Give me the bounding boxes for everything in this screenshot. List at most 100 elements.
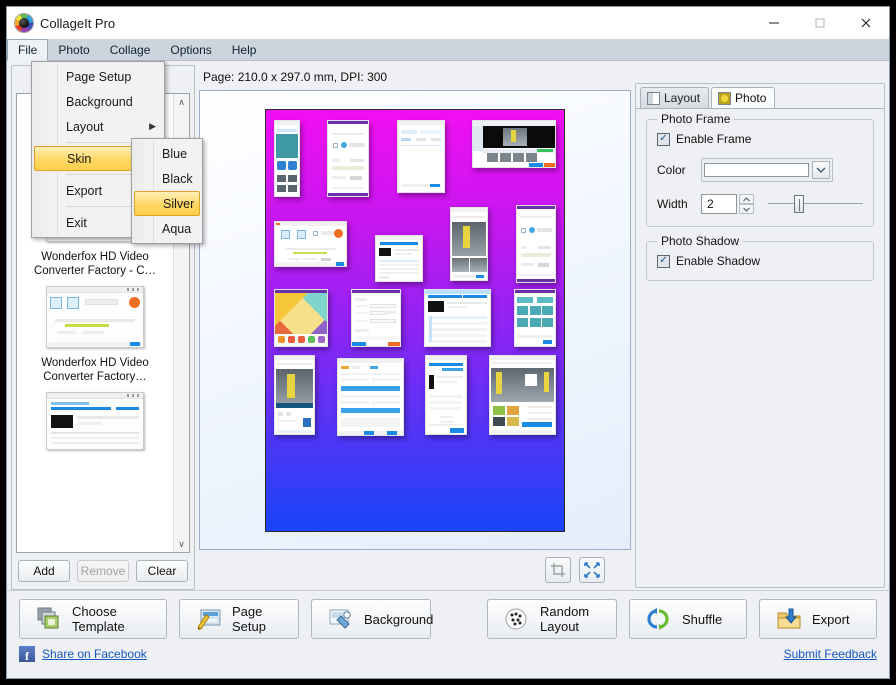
color-picker[interactable] xyxy=(701,158,833,182)
menu-file[interactable]: File xyxy=(7,39,48,61)
menu-collage[interactable]: Collage xyxy=(100,39,161,60)
tab-layout-label: Layout xyxy=(664,91,700,105)
photo-list-buttons: Add Remove Clear xyxy=(16,553,190,585)
background-button[interactable]: Background xyxy=(311,599,431,639)
width-stepper-up[interactable] xyxy=(739,194,754,204)
width-stepper-down[interactable] xyxy=(739,204,754,214)
collage-cell[interactable] xyxy=(327,120,369,197)
enable-frame-row[interactable]: ✓ Enable Frame xyxy=(657,132,863,146)
dice-icon xyxy=(504,607,530,631)
list-item[interactable] xyxy=(17,386,173,460)
skin-submenu[interactable]: Blue Black Silver Aqua xyxy=(131,138,203,244)
list-item-title: Wonderfox HD Video Converter Factory - C… xyxy=(21,250,169,278)
menu-help[interactable]: Help xyxy=(222,39,267,60)
menu-item-label: Export xyxy=(66,184,102,198)
photo-tab-content: Photo Frame ✓ Enable Frame Color xyxy=(636,108,884,587)
slider-knob[interactable] xyxy=(794,195,804,213)
collage-cell[interactable] xyxy=(274,120,300,197)
menu-item-skin-silver[interactable]: Silver xyxy=(134,191,200,216)
color-swatch[interactable] xyxy=(704,163,809,177)
enable-shadow-checkbox[interactable]: ✓ xyxy=(657,255,670,268)
close-button[interactable] xyxy=(843,7,889,39)
add-button[interactable]: Add xyxy=(18,560,70,582)
random-layout-button[interactable]: Random Layout xyxy=(487,599,617,639)
menu-item-background[interactable]: Background xyxy=(32,89,164,114)
submit-feedback-link[interactable]: Submit Feedback xyxy=(784,647,877,661)
fit-to-screen-tool[interactable] xyxy=(579,557,605,583)
template-icon xyxy=(36,607,62,631)
background-icon xyxy=(328,607,354,631)
width-stepper[interactable] xyxy=(739,194,754,214)
page-setup-button[interactable]: Page Setup xyxy=(179,599,299,639)
tab-layout[interactable]: Layout xyxy=(640,87,709,108)
collage-cell[interactable] xyxy=(337,358,404,436)
minimize-button[interactable] xyxy=(751,7,797,39)
menu-item-label: Silver xyxy=(163,197,194,211)
collage-cell[interactable] xyxy=(516,205,556,283)
enable-shadow-row[interactable]: ✓ Enable Shadow xyxy=(657,254,863,268)
menu-item-page-setup[interactable]: Page Setup xyxy=(32,64,164,89)
collage-cell[interactable] xyxy=(274,355,315,435)
maximize-button[interactable] xyxy=(797,7,843,39)
share-on-facebook-link[interactable]: Share on Facebook xyxy=(42,647,147,661)
collage-cell[interactable] xyxy=(450,207,488,281)
export-icon xyxy=(776,607,802,631)
choose-template-label: Choose Template xyxy=(72,604,150,634)
menu-item-skin-aqua[interactable]: Aqua xyxy=(132,216,202,241)
chevron-down-icon[interactable] xyxy=(812,161,830,179)
width-label: Width xyxy=(657,197,701,211)
choose-template-button[interactable]: Choose Template xyxy=(19,599,167,639)
tab-photo-label: Photo xyxy=(735,91,766,105)
menu-item-skin-black[interactable]: Black xyxy=(132,166,202,191)
color-label: Color xyxy=(657,163,701,177)
tab-photo[interactable]: Photo xyxy=(711,87,775,108)
width-slider[interactable] xyxy=(768,195,863,213)
bottom-button-row: Choose Template Page Setup xyxy=(19,599,877,639)
menu-item-label: Background xyxy=(66,95,133,109)
page-setup-label: Page Setup xyxy=(232,604,282,634)
collage-canvas[interactable] xyxy=(199,90,631,550)
properties-panel: Layout Photo Photo Frame ✓ Enable Frame … xyxy=(635,83,885,588)
photo-shadow-group-title: Photo Shadow xyxy=(657,234,743,248)
scroll-up-icon[interactable]: ∧ xyxy=(174,94,189,110)
window-controls xyxy=(751,7,889,39)
clear-button[interactable]: Clear xyxy=(136,560,188,582)
menu-item-label: Skin xyxy=(67,152,91,166)
collage-cell[interactable] xyxy=(472,120,556,168)
enable-frame-checkbox[interactable]: ✓ xyxy=(657,133,670,146)
collage-preview[interactable] xyxy=(265,109,565,532)
collage-cell[interactable] xyxy=(351,289,401,347)
photo-thumbnail xyxy=(46,286,144,348)
menu-item-label: Layout xyxy=(66,120,104,134)
shuffle-button[interactable]: Shuffle xyxy=(629,599,747,639)
collage-cell[interactable] xyxy=(375,235,423,282)
collage-cell[interactable] xyxy=(425,355,467,435)
window-title: CollageIt Pro xyxy=(40,16,115,31)
collage-cell[interactable] xyxy=(274,289,328,347)
menu-item-label: Blue xyxy=(162,147,187,161)
scroll-down-icon[interactable]: ∨ xyxy=(174,536,189,552)
application-window: CollageIt Pro File Photo Collage Options… xyxy=(6,6,890,679)
menu-item-layout[interactable]: Layout ▶ xyxy=(32,114,164,139)
menu-options[interactable]: Options xyxy=(160,39,221,60)
collage-cell[interactable] xyxy=(489,355,556,435)
collage-cell[interactable] xyxy=(397,120,445,193)
menu-item-label: Aqua xyxy=(162,222,191,236)
collage-cell[interactable] xyxy=(424,289,491,347)
collage-cell[interactable] xyxy=(514,289,556,347)
background-label: Background xyxy=(364,612,433,627)
collage-cell[interactable] xyxy=(274,221,347,267)
page-info-label: Page: 210.0 x 297.0 mm, DPI: 300 xyxy=(199,65,631,90)
width-input[interactable]: 2 xyxy=(701,194,737,214)
crop-tool[interactable] xyxy=(545,557,571,583)
photo-shadow-group: Photo Shadow ✓ Enable Shadow xyxy=(646,241,874,281)
shuffle-label: Shuffle xyxy=(682,612,722,627)
export-button[interactable]: Export xyxy=(759,599,877,639)
remove-button[interactable]: Remove xyxy=(77,560,129,582)
menu-item-skin-blue[interactable]: Blue xyxy=(132,141,202,166)
layout-icon xyxy=(647,92,660,105)
photo-icon xyxy=(718,92,731,105)
photo-frame-group-title: Photo Frame xyxy=(657,112,734,126)
menu-photo[interactable]: Photo xyxy=(48,39,99,60)
list-item[interactable]: Wonderfox HD Video Converter Factory… xyxy=(17,280,173,386)
